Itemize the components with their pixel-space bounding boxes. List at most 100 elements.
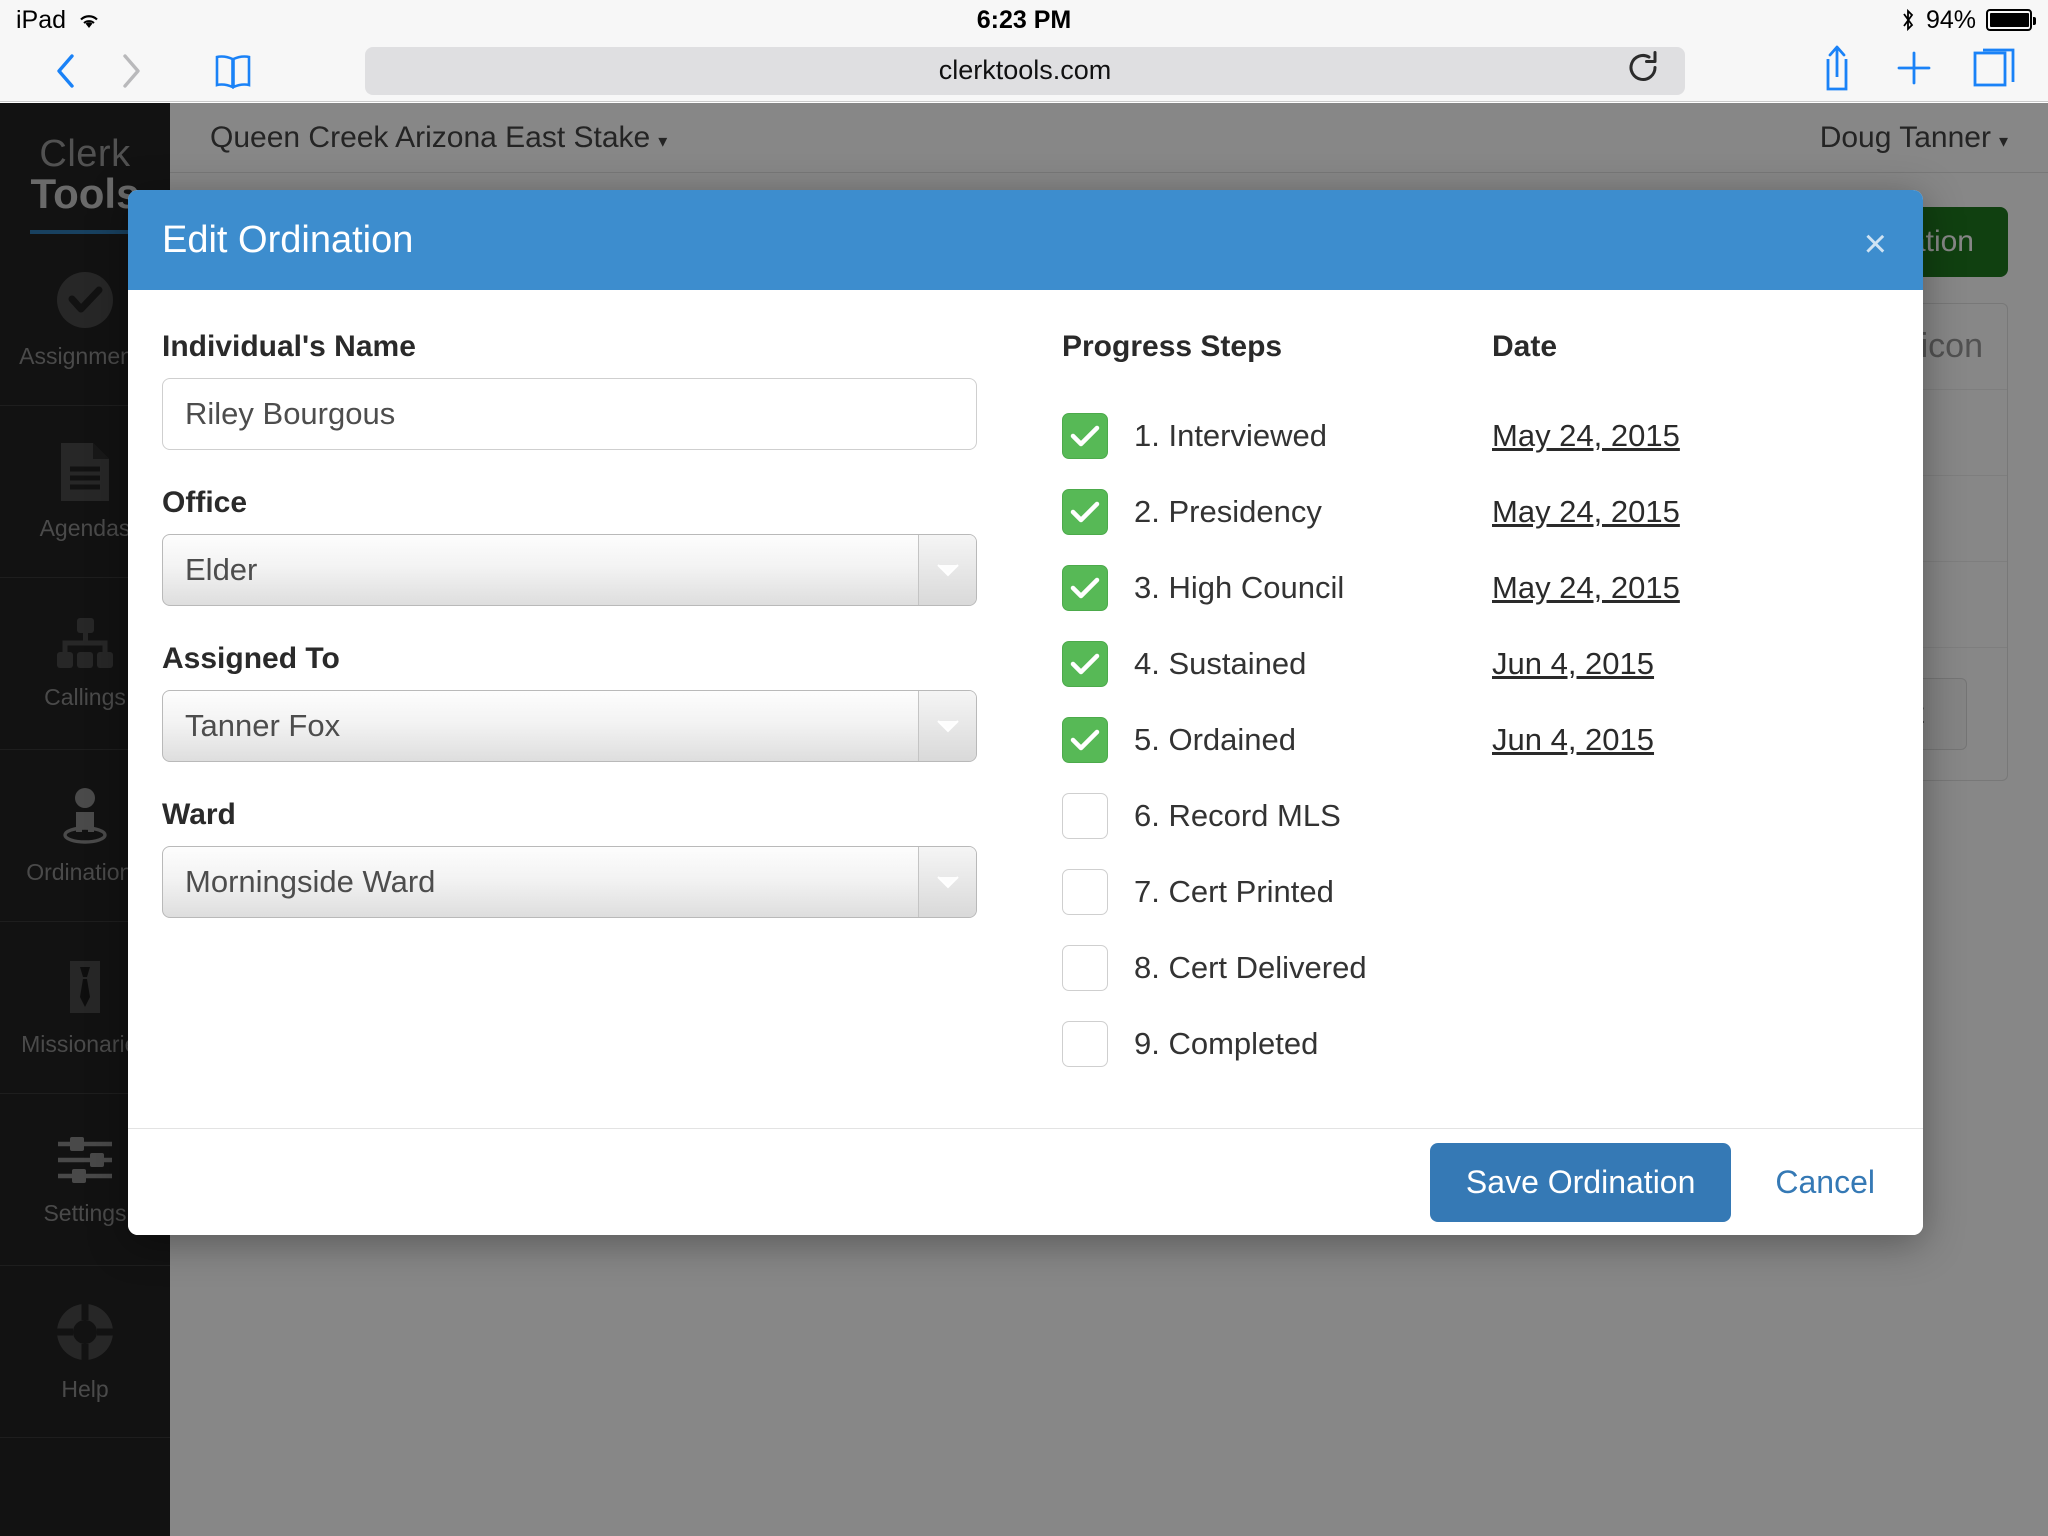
progress-step-row: 9. Completed [1062,1006,1492,1082]
progress-date-row [1492,854,1889,930]
progress-step-label: 2. Presidency [1134,494,1322,529]
progress-date-row [1492,930,1889,1006]
progress-step-label: 7. Cert Printed [1134,874,1334,909]
modal-header: Edit Ordination × [128,190,1923,290]
progress-date-row: May 24, 2015 [1492,474,1889,550]
check-icon [1070,425,1100,447]
new-tab-button[interactable] [1892,46,1936,95]
book-icon [215,54,251,89]
office-select-value: Elder [185,552,258,587]
checkbox-checked[interactable] [1062,413,1108,459]
forward-button[interactable] [98,40,164,102]
chevron-down-icon [918,691,976,761]
progress-step-date[interactable]: Jun 4, 2015 [1492,722,1654,758]
ward-select[interactable]: Morningside Ward [162,846,977,918]
battery-percent: 94% [1925,5,1976,34]
status-bar-right: 94% [1900,5,2036,35]
ios-status-bar: iPad 6:23 PM 94% [0,0,2048,40]
bookmarks-button[interactable] [200,40,266,102]
progress-step-date[interactable]: Jun 4, 2015 [1492,646,1654,682]
checkbox-unchecked[interactable] [1062,869,1108,915]
battery-icon [1986,9,2036,31]
modal-body: Individual's Name Office Elder Assigned … [128,290,1923,1128]
progress-step-label: 1. Interviewed [1134,418,1327,453]
progress-dates-list: May 24, 2015 May 24, 2015 May 24, 2015 Jun … [1492,398,1889,1082]
tabs-icon [1973,48,2015,87]
progress-step-row: 7. Cert Printed [1062,854,1492,930]
progress-step-label: 6. Record MLS [1134,798,1341,833]
assigned-to-select-value: Tanner Fox [185,708,341,743]
progress-steps-column: Progress Steps 1. Interviewed 2. Presiden… [1062,330,1492,1128]
assigned-to-select[interactable]: Tanner Fox [162,690,977,762]
check-icon [1070,577,1100,599]
progress-date-row [1492,778,1889,854]
share-button[interactable] [1816,43,1858,98]
chevron-left-icon [57,53,74,88]
progress-step-date[interactable]: May 24, 2015 [1492,418,1680,454]
check-icon [1070,653,1100,675]
checkbox-unchecked[interactable] [1062,945,1108,991]
back-button[interactable] [32,40,98,102]
progress-steps-list: 1. Interviewed 2. Presidency 3. High Counc… [1062,398,1492,1082]
progress-step-label: 4. Sustained [1134,646,1307,681]
progress-step-label: 9. Completed [1134,1026,1319,1061]
save-ordination-button[interactable]: Save Ordination [1429,1142,1732,1222]
ward-field-label: Ward [162,798,236,831]
progress-step-date[interactable]: May 24, 2015 [1492,570,1680,606]
edit-ordination-modal: Edit Ordination × Individual's Name Offi… [128,190,1923,1235]
chevron-right-icon [123,53,140,88]
progress-step-label: 5. Ordained [1134,722,1296,757]
url-text: clerktools.com [938,55,1112,85]
plus-icon [1897,51,1931,85]
progress-step-row: 5. Ordained [1062,702,1492,778]
progress-section: Progress Steps 1. Interviewed 2. Presiden… [1062,330,1889,1128]
progress-date-row: Jun 4, 2015 [1492,702,1889,778]
progress-steps-header: Progress Steps [1062,330,1283,363]
cancel-button[interactable]: Cancel [1767,1164,1883,1201]
checkbox-unchecked[interactable] [1062,793,1108,839]
progress-date-row: Jun 4, 2015 [1492,626,1889,702]
reload-button[interactable] [1625,49,1661,92]
checkbox-unchecked[interactable] [1062,1021,1108,1067]
progress-step-row: 3. High Council [1062,550,1492,626]
checkbox-checked[interactable] [1062,489,1108,535]
safari-toolbar: clerktools.com [0,40,2048,102]
progress-step-label: 8. Cert Delivered [1134,950,1367,985]
check-icon [1070,729,1100,751]
progress-date-row: May 24, 2015 [1492,398,1889,474]
office-select[interactable]: Elder [162,534,977,606]
bluetooth-icon [1900,8,1916,32]
toolbar-right-actions [1816,43,2036,98]
office-field-label: Office [162,486,248,519]
chevron-down-icon [918,847,976,917]
progress-date-row: May 24, 2015 [1492,550,1889,626]
date-header: Date [1492,330,1558,363]
modal-footer: Save Ordination Cancel [128,1128,1923,1235]
progress-step-row: 2. Presidency [1062,474,1492,550]
checkbox-checked[interactable] [1062,641,1108,687]
assigned-field-label: Assigned To [162,642,340,675]
progress-step-label: 3. High Council [1134,570,1345,605]
ward-select-value: Morningside Ward [185,864,436,899]
name-field-label: Individual's Name [162,330,416,363]
progress-step-row: 4. Sustained [1062,626,1492,702]
progress-step-date[interactable]: May 24, 2015 [1492,494,1680,530]
progress-step-row: 8. Cert Delivered [1062,930,1492,1006]
progress-dates-column: Date May 24, 2015 May 24, 2015 May 24, 201… [1492,330,1889,1128]
progress-date-row [1492,1006,1889,1082]
address-bar[interactable]: clerktools.com [365,46,1685,95]
checkbox-checked[interactable] [1062,565,1108,611]
individual-name-input[interactable] [162,378,977,450]
check-icon [1070,501,1100,523]
modal-title: Edit Ordination [162,218,414,261]
show-tabs-button[interactable] [1970,44,2018,97]
progress-step-row: 6. Record MLS [1062,778,1492,854]
checkbox-checked[interactable] [1062,717,1108,763]
share-icon [1826,45,1848,91]
ordination-form: Individual's Name Office Elder Assigned … [162,330,1062,1128]
status-bar-time: 6:23 PM [976,5,1072,34]
close-icon[interactable]: × [1864,224,1887,264]
chevron-down-icon [918,535,976,605]
progress-step-row: 1. Interviewed [1062,398,1492,474]
reload-icon [1629,50,1657,81]
